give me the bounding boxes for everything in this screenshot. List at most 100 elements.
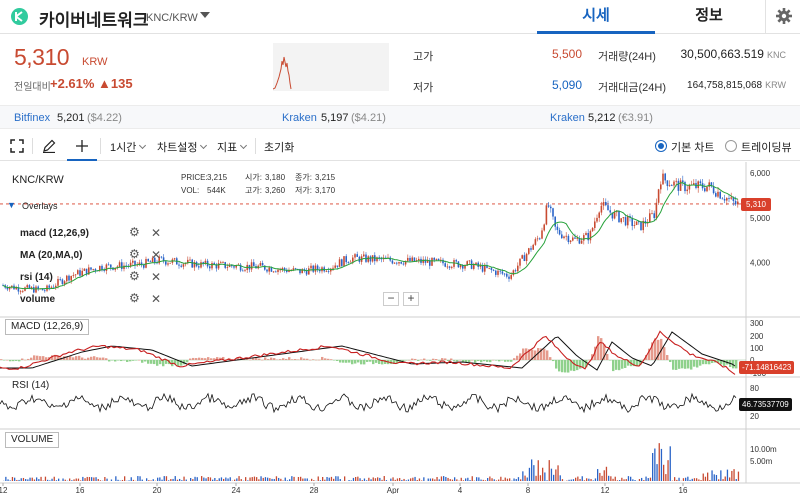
volume-bar <box>638 479 641 481</box>
exchange-name[interactable]: Kraken <box>282 112 317 124</box>
volume-bar <box>586 478 588 481</box>
gear-icon[interactable]: ⚙ <box>129 291 140 305</box>
price-axis-label: 6,000 <box>750 169 771 178</box>
volume-bar <box>110 479 113 481</box>
volume-bar <box>462 480 465 481</box>
macd-histogram-bar <box>699 360 702 366</box>
volume-bar <box>665 474 667 481</box>
macd-histogram-bar <box>498 360 501 362</box>
zoom-out-button[interactable]: − <box>383 292 399 306</box>
candle-body <box>558 229 561 235</box>
volume-bar <box>25 479 27 481</box>
close-icon[interactable]: ✕ <box>151 248 161 262</box>
volume-bar <box>416 480 418 481</box>
macd-histogram-bar <box>333 360 336 361</box>
macd-histogram-bar <box>201 357 204 360</box>
zoom-in-button[interactable]: + <box>403 292 419 306</box>
volume-bar <box>157 477 159 481</box>
candle-body <box>664 173 666 181</box>
macd-histogram-bar <box>666 355 669 360</box>
candle-body <box>244 269 246 271</box>
candle-body <box>552 208 554 217</box>
volume-bar <box>524 475 526 481</box>
macd-histogram-bar <box>264 357 267 360</box>
volume-bar <box>58 478 60 481</box>
crosshair-icon[interactable] <box>75 139 89 153</box>
close-icon[interactable]: ✕ <box>151 270 161 284</box>
pencil-icon[interactable] <box>42 139 56 153</box>
candle-body <box>107 264 110 266</box>
volume-bar <box>509 478 511 481</box>
tradingview-label[interactable]: 트레이딩뷰 <box>741 139 792 155</box>
volume-bar <box>33 479 36 481</box>
price-chart[interactable]: 6,0005,0004,0003002001000-100802010.00m5… <box>0 162 800 494</box>
candle-body <box>448 266 451 268</box>
volume-bar <box>392 477 394 481</box>
volume-bar <box>572 479 575 481</box>
ma-line <box>2 182 738 290</box>
macd-histogram-bar <box>426 360 429 361</box>
overlay-rsi: rsi (14) <box>20 272 53 283</box>
volume-bar <box>170 478 172 481</box>
macd-histogram-bar <box>420 359 423 361</box>
candle-body <box>167 263 169 265</box>
exchange-name[interactable]: Bitfinex <box>14 112 50 124</box>
basic-chart-radio[interactable] <box>655 140 667 152</box>
volume-bar <box>649 477 652 481</box>
candle-body <box>169 262 171 264</box>
basic-chart-label[interactable]: 기본 차트 <box>671 139 715 155</box>
tradingview-radio[interactable] <box>725 140 737 152</box>
volume-bar <box>297 476 300 481</box>
candle-body <box>675 180 677 182</box>
exchange-name[interactable]: Kraken <box>550 112 585 124</box>
macd-histogram-bar <box>681 360 684 369</box>
volume-bar <box>284 477 286 481</box>
reset-button[interactable]: 초기화 <box>264 139 294 155</box>
interval-select[interactable]: 1시간 <box>110 139 147 155</box>
candle-body <box>398 262 400 264</box>
candle-body <box>633 225 636 226</box>
macd-histogram-bar <box>132 360 135 361</box>
candle-body <box>508 276 510 279</box>
candle-body <box>72 275 75 276</box>
gear-icon[interactable]: ⚙ <box>129 247 140 261</box>
macd-histogram-bar <box>291 359 294 360</box>
change-percent: +2.61% <box>50 76 95 91</box>
macd-histogram-bar <box>702 360 705 365</box>
macd-histogram-bar <box>564 360 567 373</box>
close-icon[interactable]: ✕ <box>151 226 161 240</box>
volume-bar <box>273 479 275 481</box>
coin-dropdown-icon[interactable] <box>200 12 210 18</box>
gear-icon[interactable]: ⚙ <box>129 225 140 239</box>
candle-body <box>165 261 167 265</box>
overlays-caret-icon[interactable]: ▼ <box>7 200 16 210</box>
volume-bar <box>311 478 313 481</box>
high-label: 고가 <box>413 51 434 63</box>
macd-histogram-bar <box>42 356 45 360</box>
tab-quote[interactable]: 시세 <box>537 0 655 34</box>
tab-info[interactable]: 정보 <box>650 0 768 34</box>
gear-icon[interactable] <box>775 7 793 25</box>
macd-histogram-bar <box>486 360 489 362</box>
volume-bar <box>324 479 326 481</box>
indicators-menu[interactable]: 지표 <box>217 139 248 155</box>
overlays-label[interactable]: Overlays <box>22 201 58 211</box>
macd-value-tag: -71.14816423 <box>739 361 795 374</box>
volume-bar <box>720 470 722 481</box>
exchange-usd: ($4.21) <box>351 112 386 124</box>
candle-body <box>191 259 193 268</box>
volume-bar <box>381 479 383 481</box>
candle-body <box>66 275 68 282</box>
macd-histogram-bar <box>267 358 270 360</box>
volume-bar <box>201 476 203 481</box>
candle-body <box>561 234 563 239</box>
fullscreen-icon[interactable] <box>10 139 24 153</box>
chart-settings-menu[interactable]: 차트설정 <box>157 139 208 155</box>
macd-histogram-bar <box>327 358 330 360</box>
candle-body <box>147 258 149 262</box>
candle-body <box>400 262 402 264</box>
candle-body <box>554 216 556 227</box>
volume-label: 거래량(24H) <box>598 51 656 63</box>
close-icon[interactable]: ✕ <box>151 292 161 306</box>
gear-icon[interactable]: ⚙ <box>129 269 140 283</box>
